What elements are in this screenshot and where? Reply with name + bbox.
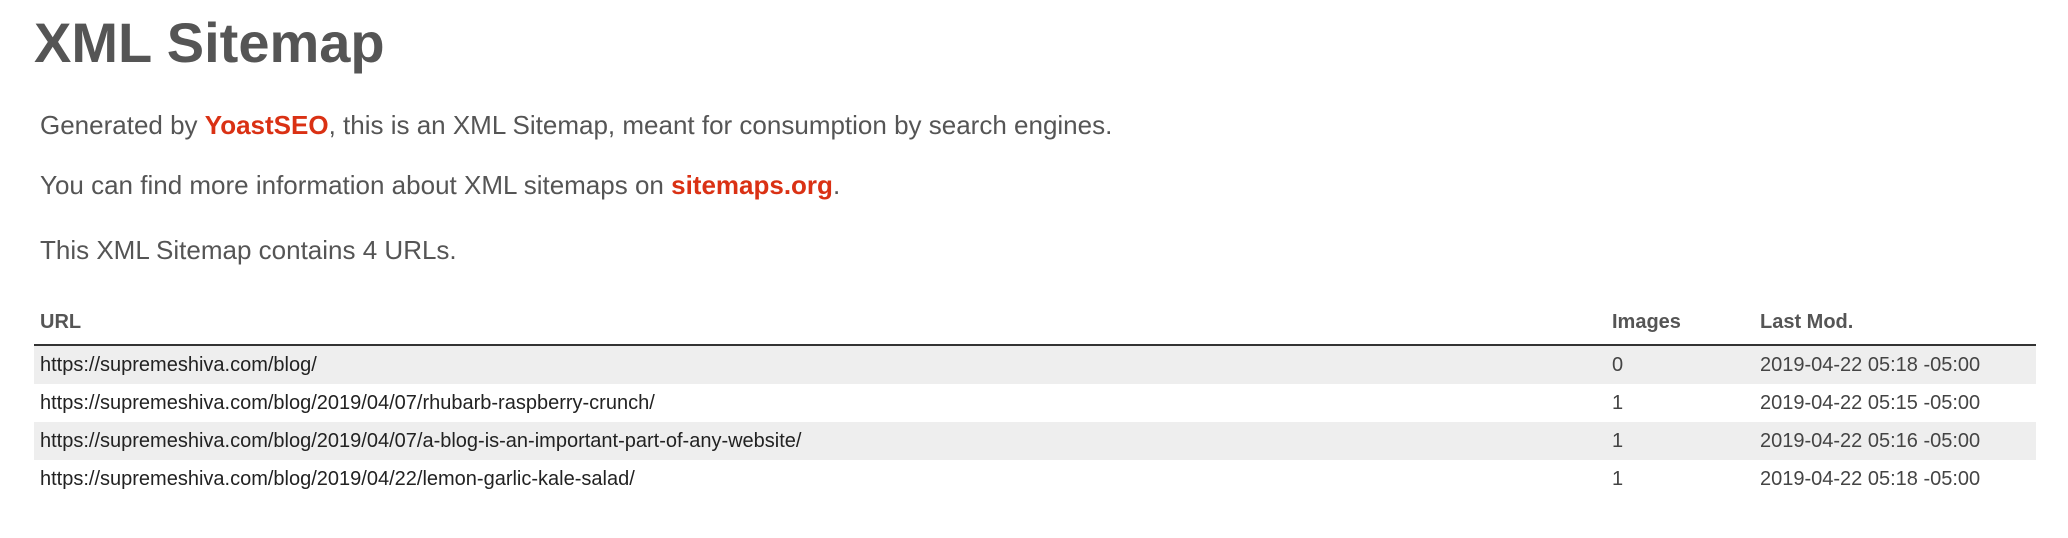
- images-cell: 1: [1612, 391, 1624, 414]
- url-link[interactable]: https://supremeshiva.com/blog/: [40, 354, 317, 376]
- table-row: https://supremeshiva.com/blog/ 0 2019-04…: [34, 345, 2036, 384]
- column-header-last-mod: Last Mod.: [1754, 305, 2036, 346]
- page-title: XML Sitemap: [34, 11, 385, 74]
- table-header: URL Images Last Mod.: [34, 305, 2036, 346]
- url-link[interactable]: https://supremeshiva.com/blog/2019/04/07…: [40, 430, 801, 452]
- table-header-row: URL Images Last Mod.: [34, 305, 2036, 346]
- url-link[interactable]: https://supremeshiva.com/blog/2019/04/22…: [40, 468, 635, 490]
- images-cell: 1: [1606, 422, 1754, 460]
- url-count-text: This XML Sitemap contains 4 URLs.: [40, 235, 457, 265]
- column-header-images: Images: [1606, 305, 1754, 346]
- url-cell: https://supremeshiva.com/blog/2019/04/22…: [34, 460, 1606, 498]
- info-description: You can find more information about XML …: [40, 168, 840, 202]
- url-cell: https://supremeshiva.com/blog/2019/04/07…: [34, 422, 1606, 460]
- generator-suffix: , this is an XML Sitemap, meant for cons…: [328, 110, 1113, 140]
- last-mod-cell: 2019-04-22 05:16 -05:00: [1754, 422, 2036, 460]
- url-cell: https://supremeshiva.com/blog/: [34, 345, 1606, 384]
- sitemap-table: URL Images Last Mod. https://supremeshiv…: [34, 305, 2036, 498]
- last-mod-cell: 2019-04-22 05:18 -05:00: [1754, 345, 2036, 384]
- last-mod-cell: 2019-04-22 05:18 -05:00: [1760, 467, 1981, 490]
- yoastseo-link[interactable]: YoastSEO: [205, 110, 329, 140]
- info-suffix: .: [832, 170, 841, 200]
- column-header-url: URL: [34, 305, 1606, 346]
- images-cell: 0: [1606, 345, 1754, 384]
- last-mod-cell: 2019-04-22 05:15 -05:00: [1760, 391, 1981, 414]
- url-link[interactable]: https://supremeshiva.com/blog/2019/04/07…: [40, 392, 655, 414]
- table-row: https://supremeshiva.com/blog/2019/04/22…: [34, 460, 2036, 498]
- table-row: https://supremeshiva.com/blog/2019/04/07…: [34, 422, 2036, 460]
- images-cell: 1: [1612, 467, 1624, 490]
- table-row: https://supremeshiva.com/blog/2019/04/07…: [34, 384, 2036, 422]
- generator-description: Generated by YoastSEO, this is an XML Si…: [40, 108, 1112, 142]
- generator-prefix: Generated by: [40, 110, 205, 140]
- table-body: https://supremeshiva.com/blog/ 0 2019-04…: [34, 345, 2036, 498]
- url-cell: https://supremeshiva.com/blog/2019/04/07…: [34, 384, 1606, 422]
- info-prefix: You can find more information about XML …: [40, 170, 672, 200]
- sitemaps-org-link[interactable]: sitemaps.org: [671, 170, 833, 200]
